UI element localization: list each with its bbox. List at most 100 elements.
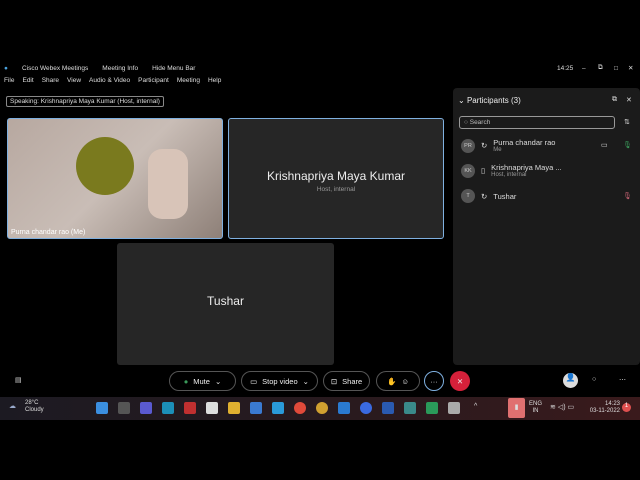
share-icon: ⊡ [330,376,338,386]
hand [148,149,188,219]
collapse-icon[interactable]: ⌄ [458,96,465,105]
lang: ENG [529,401,543,407]
weather-icon: ☁ [9,403,16,410]
chrome-profile-icon[interactable] [316,402,328,414]
video-tile-tushar[interactable]: Tushar [117,243,334,365]
speaking-indicator: Speaking: Krishnapriya Maya Kumar (Host,… [6,96,164,107]
language-indicator[interactable]: ENG IN [529,401,542,415]
participant-sub: Host, internal [491,172,527,178]
video-tile-host[interactable]: Krishnapriya Maya Kumar Host, internal [228,118,444,239]
participant-name: Tushar [493,191,517,201]
chrome-icon[interactable] [294,402,306,414]
video-icon[interactable]: ▭ [601,141,608,149]
mute-label: Mute [193,376,210,386]
participants-icon[interactable]: 👤 [563,373,578,388]
participant-sub: Me [493,147,502,153]
camera-icon: ▭ [250,376,258,386]
temperature: 28°C [25,400,39,406]
avatar-filter-icon [76,137,134,195]
taskview-icon[interactable] [118,402,130,414]
share-button[interactable]: ⊡ Share [323,371,370,391]
menu-bar: File Edit Share View Audio & Video Parti… [4,77,221,84]
close-button[interactable]: ✕ [628,64,633,72]
menu-share[interactable]: Share [42,77,59,84]
participant-row[interactable]: KK ▯ Krishnapriya Maya ... Host, internal [461,163,562,178]
maximize-button[interactable]: □ [614,65,618,72]
explorer-icon[interactable] [228,402,240,414]
chevron-down-icon[interactable]: ⌄ [303,377,309,386]
menu-view[interactable]: View [67,77,81,84]
avatar: KK [461,163,475,178]
store-icon[interactable] [206,402,218,414]
menu-edit[interactable]: Edit [22,77,33,84]
raise-hand-icon[interactable]: ✋ [387,377,396,386]
status-icon: ↻ [481,191,488,201]
tray-chevron-icon[interactable]: ^ [474,403,477,410]
chevron-down-icon[interactable]: ⌄ [215,377,221,386]
chat-icon[interactable]: ▤ [15,376,22,384]
more-button[interactable]: ··· [424,371,444,391]
search-placeholder: Search [469,119,491,126]
webex-icon[interactable] [404,402,416,414]
close-panel-icon[interactable]: ✕ [626,96,632,104]
title-bar: ● Cisco Webex Meetings Meeting Info Hide… [0,62,640,74]
search-input[interactable]: ○ Search [459,116,615,129]
popout-icon[interactable]: ⧉ [612,96,617,104]
menu-meeting[interactable]: Meeting [177,77,200,84]
video-tile-me[interactable]: Purna chandar rao (Me) [7,118,223,239]
restore-button[interactable]: ⧉ [598,64,603,72]
emoji-icon[interactable]: ☺ [401,377,409,386]
participants-panel: ⌄ Participants (3) ⧉ ✕ ○ Search ⇅ PR ↻ Pur… [453,88,640,365]
hide-menu-bar-button[interactable]: Hide Menu Bar [152,65,195,72]
mail-icon[interactable] [250,402,262,414]
menu-file[interactable]: File [4,77,14,84]
stop-video-label: Stop video [262,376,298,386]
teams-icon[interactable] [140,402,152,414]
edge-icon[interactable] [162,402,174,414]
more-options-icon[interactable]: ⋯ [619,376,626,384]
menu-audio-video[interactable]: Audio & Video [89,77,130,84]
taskbar: ☁ 28°C Cloudy ^ ▮ ENG IN ≋ ◁) ▭ 14:23 03-11… [0,397,640,420]
tile-sub: Host, internal [316,186,356,193]
end-call-button[interactable]: ✕ [450,371,470,391]
menu-help[interactable]: Help [208,77,221,84]
app-icon[interactable] [360,402,372,414]
vscode-icon[interactable] [338,402,350,414]
chat-bubble-icon[interactable]: ○ [592,376,596,383]
tray-time: 14:23 [604,401,620,407]
tray-date: 03-11-2022 [589,408,620,414]
app-title: Cisco Webex Meetings [21,64,89,72]
mic-tray-icon[interactable]: ▮ [508,398,525,418]
minimize-button[interactable]: – [582,65,586,72]
status-icon: ↻ [481,141,488,150]
wifi-volume-battery-icon[interactable]: ≋ ◁) ▭ [550,403,574,411]
menu-participant[interactable]: Participant [138,77,169,84]
clock: 14:25 [557,64,574,72]
mic-on-icon[interactable]: 🎙 [623,141,632,149]
mute-button[interactable]: ● Mute ⌄ [169,371,236,391]
word-icon[interactable] [382,402,394,414]
participant-row[interactable]: T ↻ Tushar [461,189,516,203]
stop-video-button[interactable]: ▭ Stop video ⌄ [241,371,318,391]
start-icon[interactable] [96,402,108,414]
system-clock[interactable]: 14:23 03-11-2022 [588,401,620,415]
tile-name: Krishnapriya Maya Kumar [266,169,406,183]
panel-title: Participants (3) [466,96,521,105]
mic-icon: ● [183,376,189,386]
participant-name: Purna chandar rao [493,138,556,147]
sort-icon[interactable]: ⇅ [624,118,630,126]
app-green-icon[interactable] [426,402,438,414]
app-l-icon[interactable] [272,402,284,414]
region: IN [532,408,539,414]
mic-muted-icon[interactable]: 🎙 [623,192,632,200]
notification-badge[interactable]: 1 [622,403,631,412]
weather-text: Cloudy [25,407,44,413]
tile-name: Purna chandar rao (Me) [11,229,86,236]
webex-logo-icon: ● [4,64,8,72]
participant-row[interactable]: PR ↻ Purna chandar rao Me [461,138,555,153]
weather-widget[interactable]: 28°C Cloudy [25,400,44,414]
reactions-group: ✋ ☺ [376,371,420,391]
mcafee-icon[interactable] [184,402,196,414]
meeting-info-button[interactable]: Meeting Info [102,65,138,72]
app-icon[interactable] [448,402,460,414]
